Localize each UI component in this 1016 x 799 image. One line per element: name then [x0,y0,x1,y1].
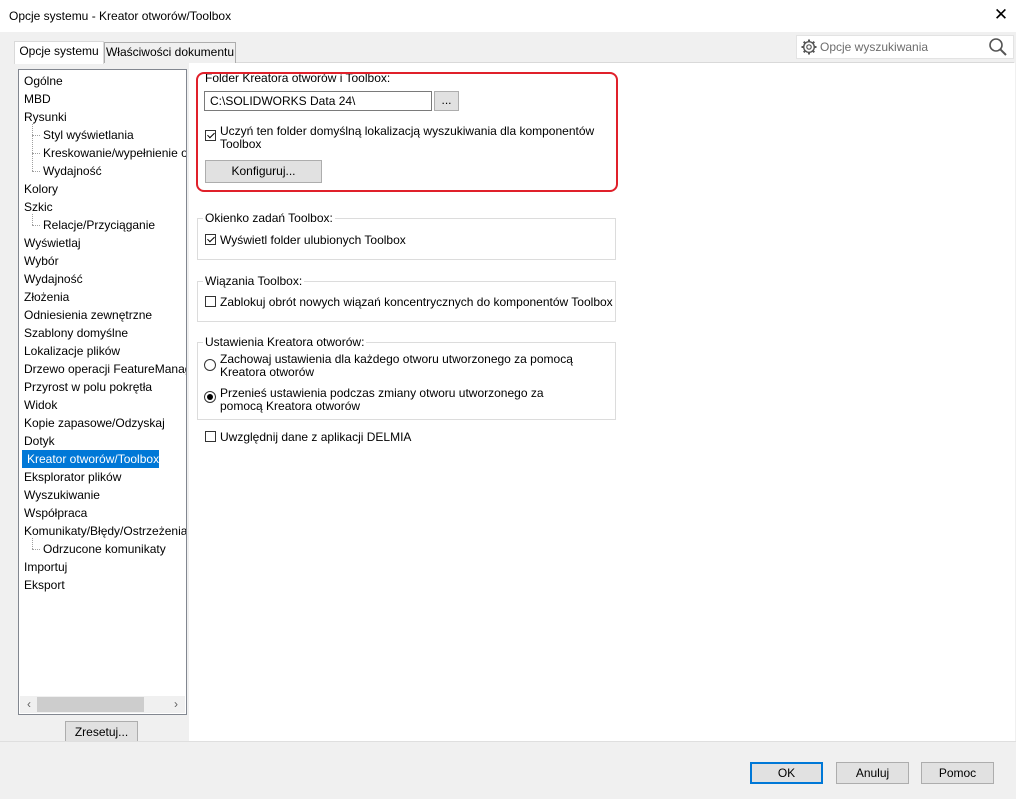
gear-icon[interactable] [800,38,818,56]
tree-item[interactable]: Złożenia [19,288,69,306]
hole-wizard-group-title: Ustawienia Kreatora otworów: [203,335,367,349]
tree-item[interactable]: MBD [19,90,51,108]
options-tree[interactable]: Ogólne MBD Rysunki Styl wyświetlania Kreskow… [18,69,187,715]
taskpane-group-title: Okienko zadań Toolbox: [203,211,335,225]
lock-rotation-checkbox[interactable] [205,296,216,307]
carry-settings-label: Przenieś ustawienia podczas zmiany otwor… [220,386,544,413]
mates-group-title: Wiązania Toolbox: [203,274,305,288]
tree-guide-line [32,225,40,226]
tree-item[interactable]: Eksplorator plików [19,468,121,486]
show-favorites-label: Wyświetl folder ulubionych Toolbox [220,233,406,247]
tree-item[interactable]: Współpraca [19,504,87,522]
tree-item[interactable]: Lokalizacje plików [19,342,120,360]
tree-item[interactable]: Kreskowanie/wypełnienie o [19,144,186,162]
horizontal-scrollbar[interactable]: ‹ › [20,696,185,713]
carry-settings-radio[interactable] [204,391,216,403]
tree-item[interactable]: Szkic [19,198,53,216]
tab-system-options[interactable]: Opcje systemu [14,41,104,64]
tree-item[interactable]: Wybór [19,252,59,270]
tree-item[interactable]: Ogólne [19,72,63,90]
search-icon[interactable] [987,37,1009,57]
tree-item[interactable]: Wyświetlaj [19,234,81,252]
tree-item[interactable]: Szablony domyślne [19,324,128,342]
help-button[interactable]: Pomoc [921,762,994,784]
tree-item[interactable]: Dotyk [19,432,55,450]
tree-guide-line [32,171,40,172]
lock-rotation-label: Zablokuj obrót nowych wiązań koncentrycz… [220,295,613,309]
tree-item[interactable]: Kolory [19,180,58,198]
tree-guide-line [32,549,40,550]
delmia-label: Uwzględnij dane z aplikacji DELMIA [220,430,412,444]
tree-guide-line [32,135,40,136]
tree-item[interactable]: Widok [19,396,57,414]
tree-item[interactable]: Kreator otworów/Toolbox [22,450,160,468]
search-options-box[interactable]: Opcje wyszukiwania [796,35,1014,59]
delmia-checkbox[interactable] [205,431,216,442]
tree-item[interactable]: Przyrost w polu pokrętła [19,378,152,396]
close-icon[interactable]: ✕ [990,5,1012,27]
cancel-button[interactable]: Anuluj [836,762,909,784]
tree-guide-line [32,124,33,171]
keep-settings-label: Zachowaj ustawienia dla każdego otworu u… [220,352,573,379]
tree-guide-line [32,214,33,225]
tree-item[interactable]: Odrzucone komunikaty [19,540,166,558]
tree-item[interactable]: Wyszukiwanie [19,486,100,504]
tree-guide-line [32,538,33,549]
show-favorites-checkbox[interactable] [205,234,216,245]
search-placeholder[interactable]: Opcje wyszukiwania [820,40,928,54]
scroll-right-icon[interactable]: › [169,696,183,713]
tree-item[interactable]: Wydajność [19,270,83,288]
scroll-thumb[interactable] [37,697,144,712]
tree-item[interactable]: Komunikaty/Błędy/Ostrzeżenia [19,522,186,540]
scroll-left-icon[interactable]: ‹ [22,696,36,713]
title-bar: Opcje systemu - Kreator otworów/Toolbox … [0,0,1016,32]
tree-item[interactable]: Odniesienia zewnętrzne [19,306,152,324]
window-title: Opcje systemu - Kreator otworów/Toolbox [9,9,232,23]
tree-item[interactable]: Importuj [19,558,67,576]
tab-document-properties[interactable]: Właściwości dokumentu [104,42,236,63]
highlight-frame [196,72,618,192]
keep-settings-radio[interactable] [204,359,216,371]
tree-item[interactable]: Rysunki [19,108,67,126]
tree-item[interactable]: Eksport [19,576,65,594]
tree-guide-line [32,153,40,154]
ok-button[interactable]: OK [750,762,823,784]
tree-item[interactable]: Drzewo operacji FeatureManag [19,360,186,378]
tree-item[interactable]: Kopie zapasowe/Odzyskaj [19,414,165,432]
